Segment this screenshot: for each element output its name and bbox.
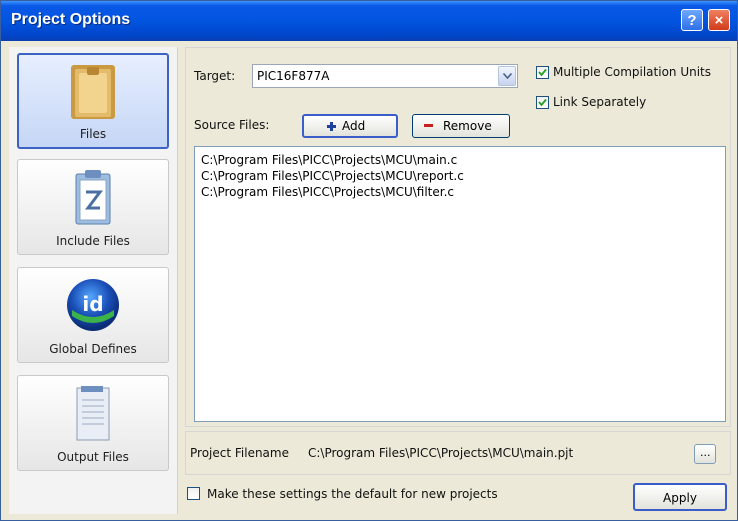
browse-button-label: ... [700, 446, 711, 459]
target-label: Target: [194, 69, 236, 83]
default-settings-checkbox[interactable] [187, 487, 200, 500]
svg-text:id: id [82, 292, 103, 316]
sidebar-item-include-files[interactable]: Include Files [17, 159, 169, 255]
sidebar: Files Include Files id Global Defines Ou… [9, 47, 178, 514]
close-button[interactable]: × [708, 9, 730, 31]
multiple-units-label: Multiple Compilation Units [553, 65, 712, 79]
title-bar[interactable]: Project Options ? × [1, 1, 737, 41]
project-filename-label: Project Filename [190, 446, 289, 460]
list-item[interactable]: C:\Program Files\PICC\Projects\MCU\repor… [201, 169, 464, 183]
target-value: PIC16F877A [257, 69, 330, 83]
source-files-list[interactable]: C:\Program Files\PICC\Projects\MCU\main.… [194, 146, 726, 422]
plus-icon [326, 121, 337, 135]
source-files-label: Source Files: [194, 118, 270, 132]
sidebar-item-files[interactable]: Files [17, 53, 169, 149]
remove-button[interactable]: Remove [412, 114, 510, 138]
sidebar-item-label: Output Files [57, 450, 129, 464]
sidebar-item-global-defines[interactable]: id Global Defines [17, 267, 169, 363]
project-filename-group: Project Filename C:\Program Files\PICC\P… [185, 431, 731, 475]
project-filename-value: C:\Program Files\PICC\Projects\MCU\main.… [308, 446, 574, 460]
document-icon [68, 384, 118, 447]
list-item[interactable]: C:\Program Files\PICC\Projects\MCU\main.… [201, 153, 457, 167]
files-group: Target: PIC16F877A Multiple Compilation … [185, 47, 731, 427]
remove-button-label: Remove [443, 119, 492, 133]
sidebar-item-output-files[interactable]: Output Files [17, 375, 169, 471]
default-settings-label: Make these settings the default for new … [207, 487, 498, 501]
list-item[interactable]: C:\Program Files\PICC\Projects\MCU\filte… [201, 185, 454, 199]
close-icon: × [714, 12, 724, 29]
sidebar-item-label: Include Files [56, 234, 130, 248]
apply-button[interactable]: Apply [633, 483, 727, 511]
add-button[interactable]: Add [302, 114, 398, 138]
window-title: Project Options [11, 11, 131, 28]
target-select[interactable]: PIC16F877A [252, 64, 518, 88]
apply-button-label: Apply [663, 491, 697, 505]
id-globe-icon: id [64, 276, 122, 337]
add-button-label: Add [342, 119, 366, 133]
folder-icon [65, 63, 121, 124]
browse-button[interactable]: ... [694, 444, 716, 464]
minus-icon [423, 120, 434, 134]
help-button[interactable]: ? [681, 9, 703, 31]
sidebar-item-label: Files [79, 127, 107, 141]
chevron-down-icon[interactable] [498, 66, 516, 86]
project-options-dialog: Project Options ? × Files Include Files … [0, 0, 738, 521]
files-panel: Target: PIC16F877A Multiple Compilation … [185, 47, 731, 517]
sidebar-item-label: Global Defines [49, 342, 137, 356]
link-separately-checkbox[interactable] [536, 96, 549, 109]
clipboard-icon [68, 168, 118, 231]
link-separately-label: Link Separately [553, 95, 647, 109]
multiple-units-checkbox[interactable] [536, 66, 549, 79]
help-icon: ? [687, 12, 697, 29]
